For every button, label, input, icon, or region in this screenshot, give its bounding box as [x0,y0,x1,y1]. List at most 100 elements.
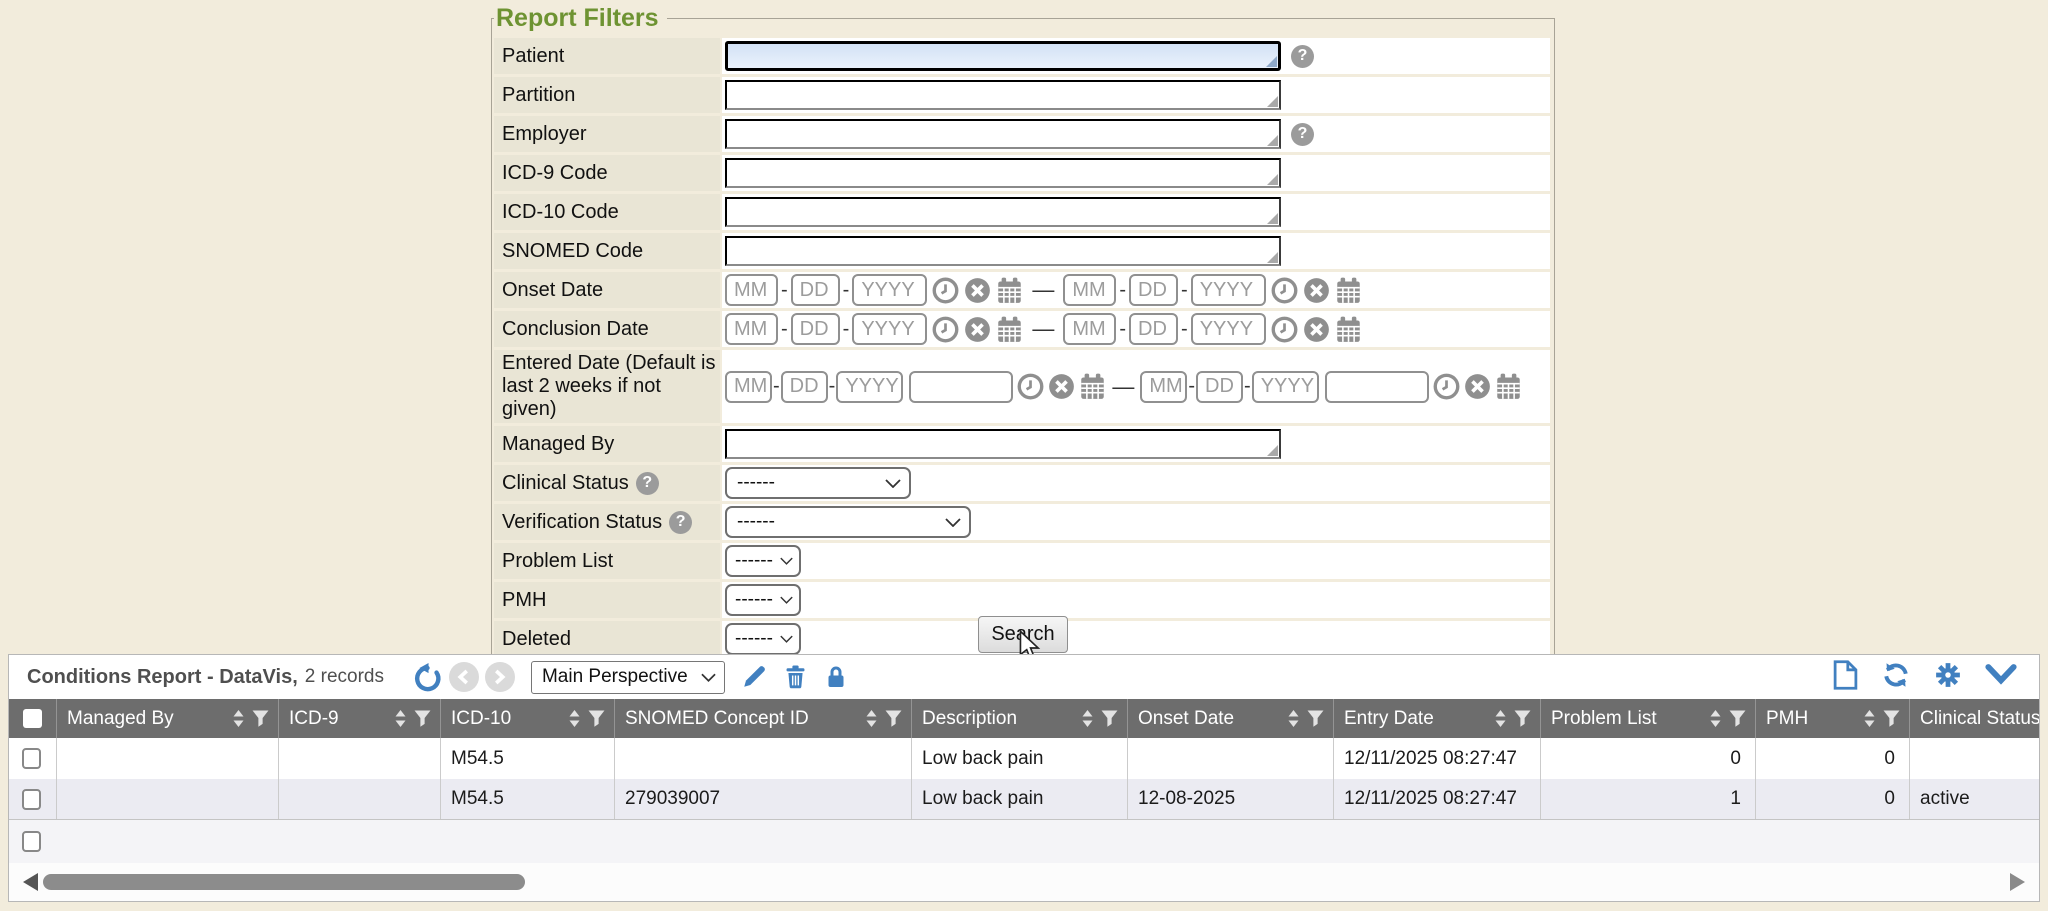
clear-icon[interactable] [1303,316,1330,343]
select-all-checkbox[interactable] [23,709,42,728]
conclusion-start-month-input[interactable] [725,313,778,345]
new-report-icon[interactable] [1832,660,1859,695]
lock-icon[interactable] [824,664,848,690]
filter-icon[interactable] [1307,710,1324,727]
row-checkbox[interactable] [22,831,41,852]
clear-icon[interactable] [964,316,991,343]
calendar-icon[interactable] [1335,277,1362,304]
entered-end-month-input[interactable] [1140,371,1187,403]
conclusion-start-day-input[interactable] [791,313,840,345]
filter-icon[interactable] [588,710,605,727]
clock-icon[interactable] [932,277,959,304]
calendar-icon[interactable] [996,316,1023,343]
snomed-input[interactable] [725,236,1281,266]
sort-icon[interactable] [1863,710,1876,727]
onset-start-year-input[interactable] [852,274,927,306]
next-perspective-icon[interactable] [485,662,515,692]
filter-row-icd9: ICD-9 Code [494,155,1550,191]
deleted-control: ------ [722,621,1550,657]
onset-end-month-input[interactable] [1063,274,1116,306]
entered-start-day-input[interactable] [781,371,828,403]
help-glyph: ? [642,474,652,492]
clear-icon[interactable] [1048,373,1075,400]
scroll-right-arrow-icon[interactable] [2010,873,2025,891]
entered-start-time-input[interactable] [909,371,1013,403]
row-checkbox[interactable] [22,789,41,810]
verification-status-select[interactable]: ------ [725,506,971,538]
column-label: PMH [1766,708,1857,730]
sort-icon[interactable] [1709,710,1722,727]
onset-end-year-input[interactable] [1191,274,1266,306]
calendar-icon[interactable] [996,277,1023,304]
previous-perspective-icon[interactable] [449,662,479,692]
pmh-select[interactable]: ------ [725,584,801,616]
delete-perspective-icon[interactable] [783,664,808,690]
edit-perspective-icon[interactable] [741,664,767,690]
patient-input[interactable] [725,41,1281,71]
onset-start-day-input[interactable] [791,274,840,306]
filter-icon[interactable] [252,710,269,727]
clear-icon[interactable] [1303,277,1330,304]
sort-icon[interactable] [1081,710,1094,727]
clock-icon[interactable] [1017,373,1044,400]
conclusion-end-month-input[interactable] [1063,313,1116,345]
clock-icon[interactable] [932,316,959,343]
column-header-onset-date: Onset Date [1127,699,1333,738]
filter-icon[interactable] [1514,710,1531,727]
icd9-input[interactable] [725,158,1281,188]
calendar-icon[interactable] [1335,316,1362,343]
filter-icon[interactable] [1729,710,1746,727]
entered-end-time-input[interactable] [1325,371,1429,403]
filter-icon[interactable] [1883,710,1900,727]
clock-icon[interactable] [1271,277,1298,304]
conclusion-start-year-input[interactable] [852,313,927,345]
cell-problem-list: 1 [1540,779,1755,819]
settings-icon[interactable] [1933,660,1963,695]
employer-help-icon[interactable]: ? [1291,123,1314,146]
problem-list-select[interactable]: ------ [725,545,801,577]
filter-icon[interactable] [414,710,431,727]
column-label: ICD-9 [289,708,388,730]
clear-icon[interactable] [1464,373,1491,400]
scrollbar-thumb[interactable] [43,874,525,890]
scroll-left-arrow-icon[interactable] [23,873,38,891]
perspective-select[interactable]: Main Perspective [531,661,725,694]
row-checkbox[interactable] [22,748,41,769]
sort-icon[interactable] [865,710,878,727]
clock-icon[interactable] [1433,373,1460,400]
undo-icon[interactable] [412,662,443,693]
deleted-select[interactable]: ------ [725,623,801,655]
filter-icon[interactable] [885,710,902,727]
employer-input[interactable] [725,119,1281,149]
clinical-status-help-icon[interactable]: ? [636,472,659,495]
entered-start-month-input[interactable] [725,371,772,403]
calendar-icon[interactable] [1079,373,1106,400]
cell-problem-list: 0 [1540,738,1755,779]
sort-icon[interactable] [232,710,245,727]
entered-end-day-input[interactable] [1196,371,1243,403]
sort-icon[interactable] [1287,710,1300,727]
conclusion-end-year-input[interactable] [1191,313,1266,345]
entered-start-year-input[interactable] [836,371,903,403]
sort-icon[interactable] [1494,710,1507,727]
clock-icon[interactable] [1271,316,1298,343]
clinical-status-select[interactable]: ------ [725,467,911,499]
partition-input[interactable] [725,80,1281,110]
conclusion-end-day-input[interactable] [1129,313,1178,345]
verification-status-help-icon[interactable]: ? [669,511,692,534]
onset-start-month-input[interactable] [725,274,778,306]
refresh-icon[interactable] [1881,660,1911,695]
managed-by-input[interactable] [725,429,1281,459]
patient-help-icon[interactable]: ? [1291,45,1314,68]
column-label: SNOMED Concept ID [625,708,859,730]
onset-end-day-input[interactable] [1129,274,1178,306]
icd10-input[interactable] [725,197,1281,227]
clear-icon[interactable] [964,277,991,304]
sort-icon[interactable] [394,710,407,727]
sort-icon[interactable] [568,710,581,727]
icd9-control [722,155,1550,191]
calendar-icon[interactable] [1495,373,1522,400]
filter-icon[interactable] [1101,710,1118,727]
collapse-icon[interactable] [1985,663,2017,692]
entered-end-year-input[interactable] [1252,371,1319,403]
